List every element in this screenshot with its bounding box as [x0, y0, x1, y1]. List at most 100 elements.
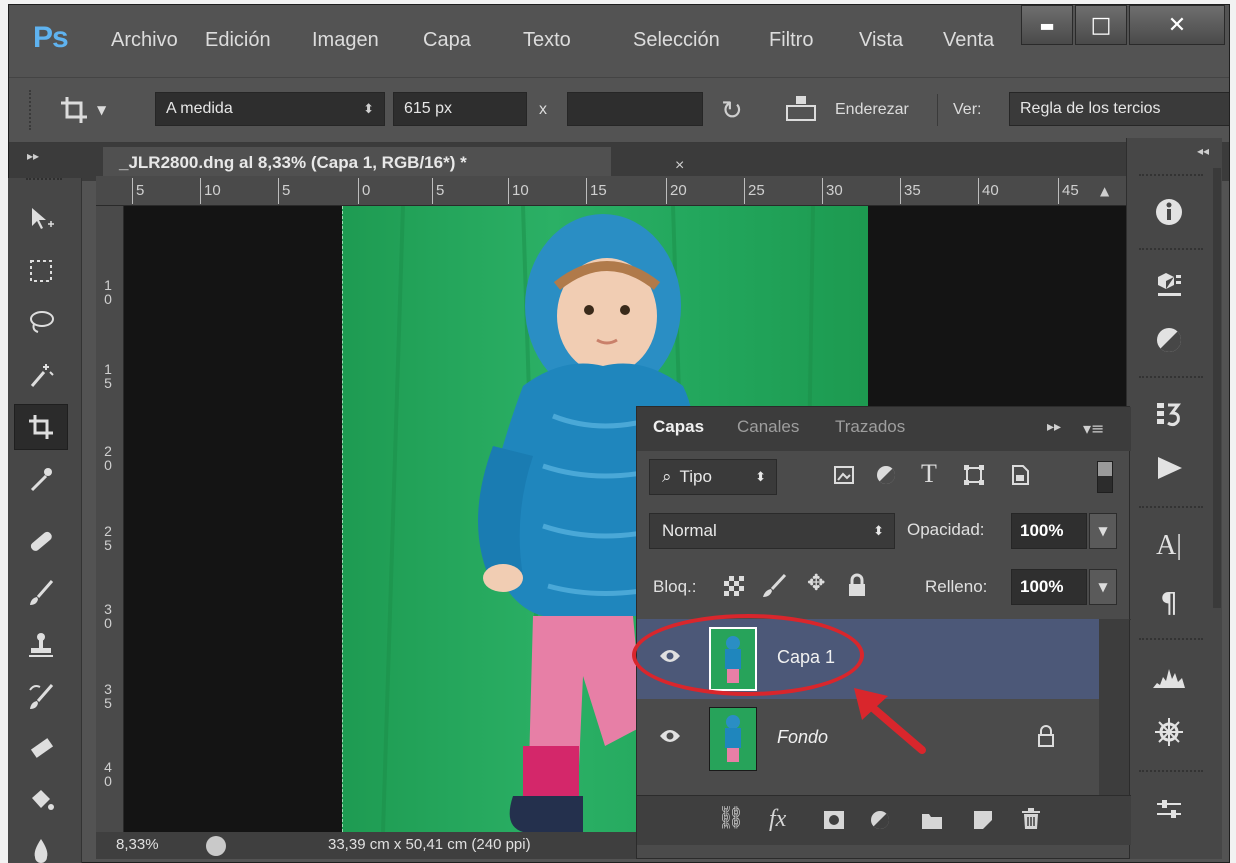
zoom-level[interactable]: 8,33%	[116, 836, 159, 853]
paragraph-icon[interactable]: ¶	[1145, 578, 1193, 626]
adjustments-icon[interactable]	[1145, 316, 1193, 364]
scroll-up-arrow-icon[interactable]: ▲	[1100, 184, 1109, 198]
filter-type-layer-icon[interactable]: T	[921, 459, 937, 489]
crop-tool-icon[interactable]	[14, 404, 68, 450]
blur-tool-icon[interactable]	[14, 828, 68, 863]
character-icon[interactable]: A|	[1145, 522, 1193, 570]
expand-toolbar-icon[interactable]: ▸▸	[27, 149, 39, 163]
dock-scrollbar[interactable]	[1213, 168, 1221, 608]
fill-input[interactable]: 100%	[1011, 569, 1087, 605]
lasso-tool-icon[interactable]	[14, 300, 68, 346]
close-button[interactable]: ✕	[1129, 5, 1225, 45]
healing-brush-tool-icon[interactable]	[14, 518, 68, 564]
horizontal-ruler[interactable]: 5 10 5 0 5 10 15 20 25 30 35 40 45 ▲	[96, 176, 1126, 206]
filter-adjustment-icon[interactable]	[875, 464, 897, 492]
actions-play-icon[interactable]	[1145, 444, 1193, 492]
maximize-button[interactable]: □	[1075, 5, 1127, 45]
layers-scrollbar[interactable]	[1099, 619, 1129, 795]
straighten-icon[interactable]	[783, 94, 819, 128]
layer-filter-kind[interactable]: ⌕ Tipo ⬍	[649, 459, 777, 495]
menu-imagen[interactable]: Imagen	[312, 29, 379, 52]
eraser-tool-icon[interactable]	[14, 726, 68, 772]
history-icon[interactable]	[1145, 390, 1193, 438]
menu-texto[interactable]: Texto	[523, 29, 571, 52]
share-icon[interactable]	[206, 836, 226, 856]
tab-canales[interactable]: Canales	[737, 417, 799, 437]
fx-icon[interactable]: fx	[769, 806, 786, 833]
vertical-ruler[interactable]: 10 15 20 25 30 35 40	[96, 206, 124, 832]
ruler-tick	[200, 178, 201, 204]
menu-capa[interactable]: Capa	[423, 29, 471, 52]
document-size[interactable]: 33,39 cm x 50,41 cm (240 ppi)	[328, 836, 531, 853]
ruler-label: 25	[748, 182, 765, 199]
blend-mode-select[interactable]: Normal ⬍	[649, 513, 895, 549]
move-tool-icon[interactable]	[14, 196, 68, 242]
dock-separator	[1139, 770, 1203, 774]
info-icon[interactable]	[1145, 188, 1193, 236]
eye-visibility-icon[interactable]	[659, 725, 681, 750]
opacity-label: Opacidad:	[907, 520, 985, 539]
fill-dropdown-icon[interactable]: ▼	[1089, 569, 1117, 605]
tools-panel-grip[interactable]	[26, 178, 62, 180]
menu-edicion[interactable]: Edición	[205, 29, 271, 52]
swap-rotate-icon[interactable]: ↻	[721, 96, 743, 126]
ruler-tick	[744, 178, 745, 204]
group-folder-icon[interactable]	[921, 811, 943, 836]
crop-height-input[interactable]	[567, 92, 703, 126]
link-layers-icon[interactable]: ⛓	[717, 806, 745, 831]
trash-icon[interactable]	[1021, 808, 1041, 836]
brush-tool-icon[interactable]	[14, 570, 68, 616]
menu-seleccion[interactable]: Selección	[633, 29, 720, 52]
overlay-view-select[interactable]: Regla de los tercios	[1009, 92, 1229, 126]
ruler-label: 45	[1062, 182, 1079, 199]
layer-name[interactable]: Fondo	[777, 727, 828, 748]
histogram-icon[interactable]	[1145, 652, 1193, 700]
3d-panel-icon[interactable]	[1145, 260, 1193, 308]
filter-toggle-switch[interactable]	[1097, 461, 1113, 493]
tab-trazados[interactable]: Trazados	[835, 417, 905, 437]
opacity-input[interactable]: 100%	[1011, 513, 1087, 549]
filter-smart-object-icon[interactable]	[1009, 464, 1031, 492]
straighten-label[interactable]: Enderezar	[835, 101, 909, 119]
lock-all-icon[interactable]	[847, 573, 867, 603]
opacity-dropdown-icon[interactable]: ▼	[1089, 513, 1117, 549]
crop-ratio-select[interactable]: A medida ⬍	[155, 92, 385, 126]
ruler-tick	[508, 178, 509, 204]
lock-position-move-icon[interactable]: ✥	[807, 571, 825, 596]
options-bar-grip[interactable]	[29, 90, 35, 130]
dimension-separator: x	[539, 101, 547, 118]
navigator-icon[interactable]	[1145, 708, 1193, 756]
mask-icon[interactable]	[823, 810, 845, 836]
menu-archivo[interactable]: Archivo	[111, 29, 178, 52]
new-layer-icon[interactable]	[973, 810, 993, 836]
adjustment-icon[interactable]	[869, 809, 891, 837]
crop-preset-picker[interactable]: ▼	[59, 90, 115, 130]
magic-wand-tool-icon[interactable]	[14, 352, 68, 398]
close-tab-icon[interactable]: ×	[675, 157, 684, 175]
minimize-button[interactable]: ▬	[1021, 5, 1073, 45]
panel-menu-icon[interactable]: ▾≡	[1083, 419, 1104, 438]
dock-separator	[1139, 174, 1203, 178]
lock-transparent-pixels-icon[interactable]	[723, 575, 745, 603]
collapse-dock-icon[interactable]: ◂◂	[1197, 144, 1209, 158]
lock-label: Bloq.:	[653, 577, 697, 596]
filter-shape-icon[interactable]	[963, 464, 985, 492]
lock-image-pixels-brush-icon[interactable]	[761, 573, 787, 605]
updown-arrow-icon: ⬍	[873, 523, 884, 538]
menu-filtro[interactable]: Filtro	[769, 29, 813, 52]
clone-stamp-tool-icon[interactable]	[14, 622, 68, 668]
ruler-label: 10	[204, 182, 221, 199]
filter-pixel-layer-icon[interactable]	[833, 464, 855, 492]
expand-panel-icon[interactable]: ▸▸	[1047, 419, 1061, 435]
eyedropper-tool-icon[interactable]	[14, 456, 68, 502]
ruler-label: 40	[982, 182, 999, 199]
tab-capas[interactable]: Capas	[653, 417, 704, 437]
menu-vista[interactable]: Vista	[859, 29, 903, 52]
paint-bucket-tool-icon[interactable]	[14, 778, 68, 824]
ruler-label: 20	[104, 443, 112, 473]
menu-ventana[interactable]: Venta	[943, 29, 994, 52]
properties-sliders-icon[interactable]	[1145, 786, 1193, 834]
history-brush-tool-icon[interactable]	[14, 674, 68, 720]
crop-width-input[interactable]: 615 px	[393, 92, 527, 126]
marquee-tool-icon[interactable]	[14, 248, 68, 294]
